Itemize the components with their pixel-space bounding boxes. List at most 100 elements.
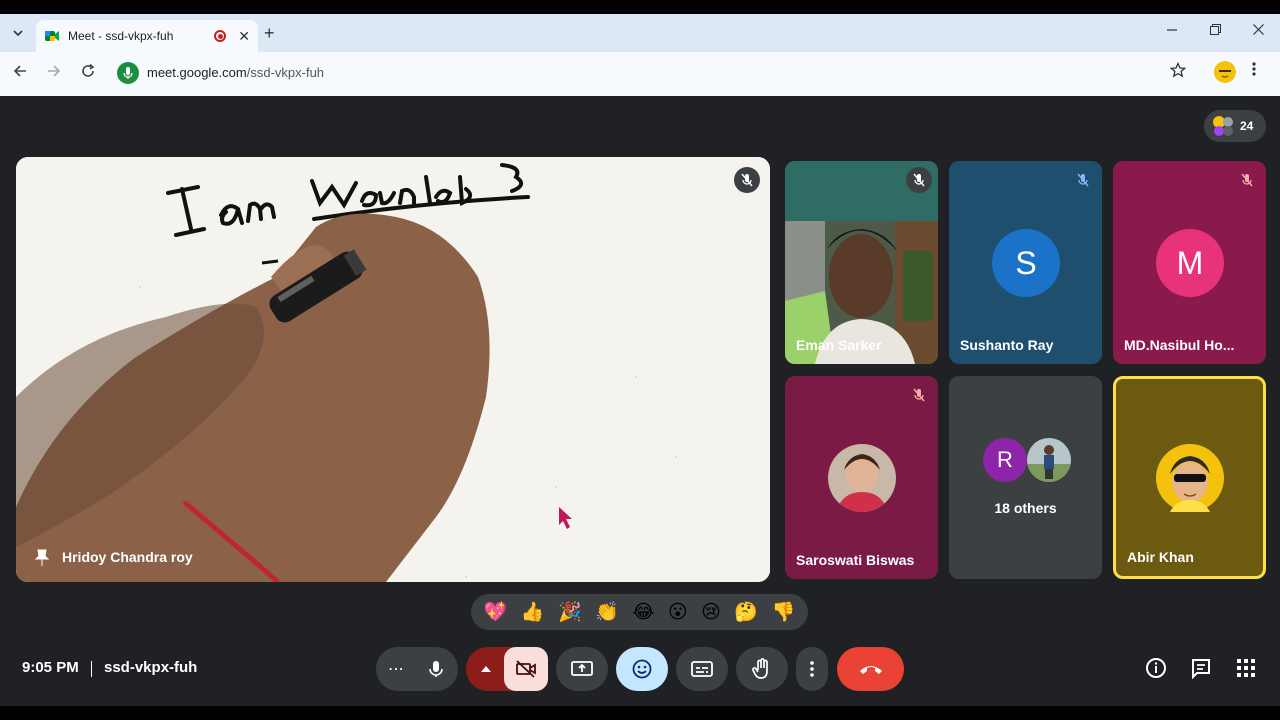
participant-name: Saroswati Biswas — [796, 552, 915, 568]
captions-icon — [691, 661, 713, 677]
address-bar[interactable]: meet.google.com/ssd-vkpx-fuh — [147, 65, 324, 80]
apps-grid-icon — [1237, 659, 1255, 677]
mic-off-icon — [1077, 173, 1089, 187]
participant-tile-saroswati-biswas[interactable]: Saroswati Biswas — [785, 376, 938, 579]
tab-close-button[interactable]: ✕ — [238, 28, 250, 45]
chevron-down-icon — [13, 30, 23, 36]
url-host: meet.google.com — [147, 65, 247, 80]
end-call-icon — [859, 666, 882, 674]
participants-avatars-icon — [1212, 115, 1234, 137]
arrow-right-icon — [48, 65, 61, 77]
present-screen-icon — [571, 661, 593, 676]
url-path: /ssd-vkpx-fuh — [246, 65, 325, 80]
main-muted-indicator — [734, 167, 760, 193]
new-tab-button[interactable]: + — [264, 23, 275, 44]
avatar: S — [992, 229, 1060, 297]
reaction-thinking[interactable]: 🤔 — [734, 600, 758, 624]
reload-icon — [82, 63, 95, 77]
info-icon — [1146, 658, 1166, 678]
more-vertical-icon — [810, 661, 814, 677]
avatar — [828, 444, 896, 512]
site-info-icon[interactable] — [117, 62, 139, 84]
meet-stage: 24 Hridoy Chandra roy Eman Sarker S Sush… — [0, 96, 1280, 706]
microphone-icon — [429, 661, 443, 677]
participant-name: Eman Sarker — [796, 337, 882, 353]
star-icon — [1169, 61, 1187, 78]
pin-icon[interactable] — [34, 549, 50, 567]
main-video-tile[interactable]: Hridoy Chandra roy — [16, 157, 770, 582]
close-icon — [1252, 24, 1264, 35]
reaction-thumbs-down[interactable]: 👎 — [772, 600, 796, 624]
leave-call-button[interactable] — [837, 647, 904, 691]
minimize-button[interactable] — [1162, 22, 1182, 38]
recording-icon — [214, 30, 227, 42]
participant-tile-abir-khan[interactable]: Abir Khan — [1113, 376, 1266, 579]
muted-indicator — [1234, 167, 1260, 193]
more-options-button[interactable] — [796, 647, 828, 691]
arrow-left-icon — [13, 65, 26, 77]
browser-menu-button[interactable] — [1252, 62, 1256, 81]
participant-tile-others[interactable]: R 18 others — [949, 376, 1102, 579]
whiteboard-video — [16, 157, 770, 582]
meeting-details-button[interactable] — [1144, 656, 1168, 680]
others-count-label: 18 others — [994, 500, 1057, 516]
camera-button[interactable] — [504, 647, 548, 691]
audio-options-button[interactable]: ⋯ — [388, 659, 405, 679]
chat-button[interactable] — [1189, 656, 1213, 680]
avatar: M — [1156, 229, 1224, 297]
participant-tile-sushanto-ray[interactable]: S Sushanto Ray — [949, 161, 1102, 364]
bookmark-button[interactable] — [1169, 61, 1187, 83]
avatar: R — [983, 438, 1027, 482]
camera-control-group — [466, 647, 548, 691]
participant-tile-md-nasibul[interactable]: M MD.Nasibul Ho... — [1113, 161, 1266, 364]
avatar-photo — [1027, 438, 1071, 482]
microphone-icon — [123, 67, 133, 79]
mic-off-icon — [913, 173, 925, 187]
activities-button[interactable] — [1234, 656, 1258, 680]
window-close-button[interactable] — [1248, 22, 1268, 38]
present-button[interactable] — [556, 647, 608, 691]
mic-off-icon — [913, 388, 925, 402]
chat-icon — [1192, 659, 1210, 679]
browser-chrome: Meet - ssd-vkpx-fuh ✕ + meet.google.com/… — [0, 14, 1280, 96]
reaction-laugh[interactable]: 😂 — [632, 601, 654, 624]
meeting-time: 9:05 PM — [22, 659, 79, 676]
meet-favicon-icon — [45, 31, 59, 41]
navigation-bar: meet.google.com/ssd-vkpx-fuh — [0, 52, 1280, 96]
tab-search-button[interactable] — [8, 23, 28, 43]
participant-name: Sushanto Ray — [960, 337, 1054, 353]
more-vertical-icon — [1252, 62, 1256, 76]
profile-avatar[interactable] — [1214, 61, 1236, 83]
tab-strip: Meet - ssd-vkpx-fuh ✕ + — [0, 14, 1280, 52]
reaction-surprised[interactable]: 😮 — [668, 601, 688, 624]
reaction-party[interactable]: 🎉 — [558, 600, 582, 624]
mic-off-icon — [1241, 173, 1253, 187]
reaction-clap[interactable]: 👏 — [595, 600, 619, 624]
tab-meet[interactable]: Meet - ssd-vkpx-fuh ✕ — [36, 20, 258, 52]
camera-off-icon — [516, 660, 536, 678]
reaction-sad[interactable]: 😢 — [701, 601, 721, 624]
reaction-thumbs-up[interactable]: 👍 — [521, 600, 545, 624]
tab-title: Meet - ssd-vkpx-fuh — [68, 29, 174, 43]
captions-button[interactable] — [676, 647, 728, 691]
restore-button[interactable] — [1205, 22, 1225, 38]
participants-pill[interactable]: 24 — [1204, 110, 1266, 142]
meeting-code: ssd-vkpx-fuh — [104, 659, 198, 676]
mic-off-icon — [741, 173, 753, 187]
screen-top-band — [0, 0, 1280, 14]
reactions-button[interactable] — [616, 647, 668, 691]
main-speaker-name: Hridoy Chandra roy — [62, 549, 193, 565]
participant-tile-eman-sarker[interactable]: Eman Sarker — [785, 161, 938, 364]
minimize-icon — [1167, 29, 1177, 31]
forward-button[interactable] — [42, 62, 66, 86]
raise-hand-button[interactable] — [736, 647, 788, 691]
reaction-heart[interactable]: 💖 — [484, 600, 508, 624]
muted-indicator — [906, 382, 932, 408]
screen-bottom-band — [0, 706, 1280, 720]
camera-options-button[interactable] — [474, 659, 498, 679]
participant-count: 24 — [1240, 119, 1254, 133]
avatar — [1156, 444, 1224, 512]
microphone-button[interactable] — [416, 649, 456, 689]
reload-button[interactable] — [76, 62, 100, 86]
back-button[interactable] — [8, 62, 32, 86]
